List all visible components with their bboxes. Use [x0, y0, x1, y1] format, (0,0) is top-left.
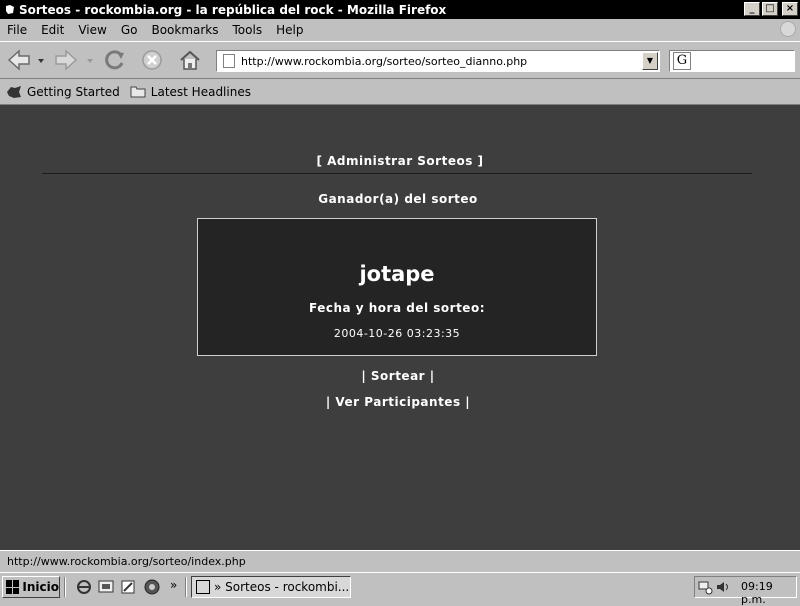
menu-bookmarks[interactable]: Bookmarks	[144, 23, 225, 37]
winner-name: jotape	[359, 262, 435, 286]
minimize-button[interactable]: _	[744, 2, 760, 16]
menu-bar: File Edit View Go Bookmarks Tools Help	[0, 19, 800, 41]
bookmarks-toolbar: Getting Started Latest Headlines	[0, 79, 800, 105]
firefox-bookmark-icon	[6, 85, 22, 99]
google-search-engine-icon[interactable]: G	[673, 52, 691, 70]
stop-button[interactable]	[138, 47, 166, 73]
back-dropdown-icon[interactable]	[37, 58, 45, 64]
taskbar-button-label: » Sorteos - rockombi...	[214, 580, 350, 594]
menu-view[interactable]: View	[71, 23, 113, 37]
draw-date-label: Fecha y hora del sorteo:	[308, 301, 485, 315]
clock[interactable]: 09:19 p.m.	[741, 580, 796, 606]
taskbar: Inicio » » Sorteos - rockombi... 09:19 p…	[0, 572, 800, 606]
navigation-toolbar: ▼ G	[0, 41, 800, 79]
ver-participantes-link[interactable]: | Ver Participantes |	[0, 395, 796, 409]
forward-button[interactable]	[52, 47, 80, 73]
back-arrow-icon	[7, 49, 30, 71]
network-icon[interactable]	[698, 579, 714, 595]
draw-date: 2004-10-26 03:23:35	[333, 327, 461, 340]
menu-file[interactable]: File	[0, 23, 34, 37]
address-bar[interactable]: ▼	[216, 50, 660, 72]
home-icon	[180, 50, 200, 70]
search-input[interactable]	[695, 54, 789, 68]
firefox-quicklaunch-icon[interactable]	[144, 579, 160, 595]
start-button[interactable]: Inicio	[2, 576, 60, 598]
system-tray: 09:19 p.m.	[694, 576, 797, 606]
throbber-icon	[780, 21, 796, 37]
taskbar-separator	[64, 577, 66, 597]
search-bar[interactable]: G	[669, 50, 795, 72]
notepad-icon[interactable]	[120, 579, 136, 595]
reload-icon	[105, 50, 124, 70]
page-content: [ Administrar Sorteos ] Ganador(a) del s…	[0, 105, 800, 550]
menu-tools[interactable]: Tools	[226, 23, 270, 37]
winner-heading: Ganador(a) del sorteo	[318, 192, 478, 206]
stop-icon	[142, 50, 162, 70]
menu-go[interactable]: Go	[114, 23, 145, 37]
bookmark-latest-headlines[interactable]: Latest Headlines	[130, 85, 251, 99]
windows-logo-icon	[6, 580, 20, 594]
reload-button[interactable]	[101, 47, 129, 73]
folder-icon	[130, 85, 146, 99]
internet-explorer-icon[interactable]	[76, 579, 92, 595]
divider	[42, 173, 752, 174]
start-label: Inicio	[22, 580, 59, 594]
forward-arrow-icon	[55, 49, 78, 71]
show-desktop-icon[interactable]	[98, 579, 114, 595]
home-button[interactable]	[176, 47, 204, 73]
url-input[interactable]	[241, 54, 631, 68]
volume-icon[interactable]	[715, 579, 731, 595]
quicklaunch-more-icon[interactable]: »	[170, 578, 177, 592]
taskbar-button-firefox[interactable]: » Sorteos - rockombi...	[191, 576, 351, 598]
bookmark-getting-started[interactable]: Getting Started	[6, 85, 120, 99]
maximize-button[interactable]: □	[762, 2, 778, 16]
firefox-window-icon	[196, 580, 210, 594]
window-title: Sorteos - rockombia.org - la república d…	[19, 2, 447, 17]
firefox-app-icon	[3, 3, 17, 17]
sortear-link[interactable]: | Sortear |	[0, 369, 796, 383]
taskbar-separator	[185, 577, 187, 597]
close-button[interactable]: ×	[782, 2, 798, 16]
forward-dropdown-icon[interactable]	[86, 58, 94, 64]
bookmark-label: Latest Headlines	[150, 84, 251, 99]
status-text: http://www.rockombia.org/sorteo/index.ph…	[7, 555, 246, 568]
admin-sorteos-link[interactable]: [ Administrar Sorteos ]	[0, 154, 800, 168]
window-title-bar: Sorteos - rockombia.org - la república d…	[0, 0, 800, 19]
page-icon	[223, 54, 235, 68]
bookmark-label: Getting Started	[27, 84, 120, 99]
back-button[interactable]	[5, 47, 33, 73]
status-bar: http://www.rockombia.org/sorteo/index.ph…	[0, 550, 800, 572]
url-dropdown-button[interactable]: ▼	[642, 52, 658, 70]
menu-edit[interactable]: Edit	[34, 23, 71, 37]
winner-box: jotape Fecha y hora del sorteo: 2004-10-…	[197, 218, 597, 356]
menu-help[interactable]: Help	[269, 23, 310, 37]
